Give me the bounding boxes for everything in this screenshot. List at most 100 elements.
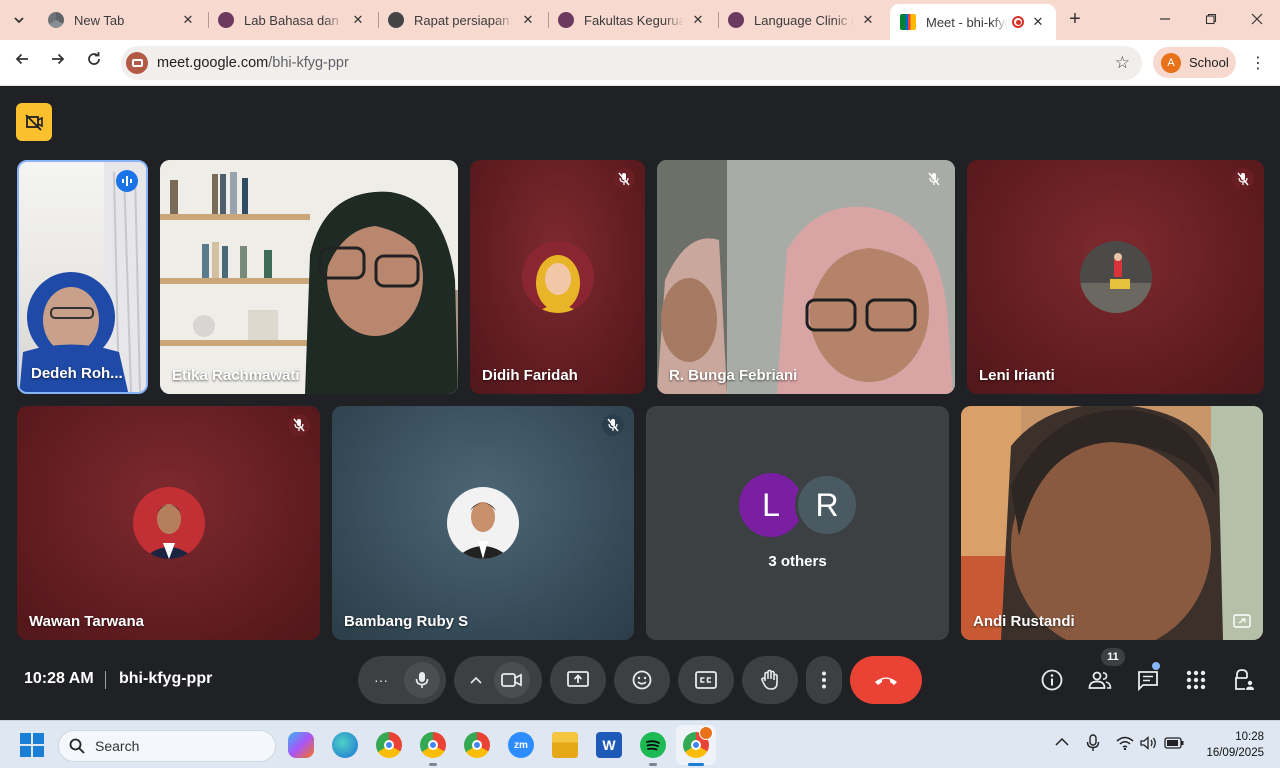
windows-start-icon[interactable] — [20, 733, 44, 757]
copilot-icon[interactable] — [288, 732, 314, 758]
chevron-up-icon[interactable] — [470, 671, 482, 689]
tab-fakultas-keguruan[interactable]: Fakultas Keguruan ✕ — [548, 6, 716, 34]
tab-meet[interactable]: Meet - bhi-kfyg ✕ — [890, 4, 1056, 40]
closed-captions-icon — [695, 671, 717, 689]
close-icon[interactable]: ✕ — [690, 12, 706, 28]
avatar — [133, 487, 205, 559]
show-hidden-icons[interactable] — [1055, 735, 1069, 750]
meeting-details-button[interactable] — [1036, 664, 1068, 696]
more-vert-icon — [822, 671, 826, 689]
close-icon — [1251, 13, 1263, 25]
close-window-button[interactable] — [1243, 8, 1271, 32]
back-button[interactable] — [10, 51, 34, 75]
avatar — [522, 241, 594, 313]
chat-button[interactable] — [1132, 662, 1164, 696]
present-screen-button[interactable] — [550, 656, 606, 704]
chat-icon — [1138, 671, 1158, 691]
participant-tile-dedeh[interactable]: Dedeh Roh... — [17, 160, 148, 394]
close-icon[interactable]: ✕ — [520, 12, 536, 28]
host-controls-button[interactable] — [1228, 664, 1260, 696]
browser-menu-icon[interactable]: ⋮ — [1250, 53, 1266, 73]
windows-taskbar: Search zm W 10:28 16/09/2025 — [0, 720, 1280, 768]
system-clock[interactable]: 10:28 16/09/2025 — [1198, 729, 1264, 761]
clock-date: 16/09/2025 — [1206, 747, 1264, 759]
url-host: meet.google.com — [157, 55, 269, 71]
taskbar-search[interactable]: Search — [58, 730, 276, 762]
minimize-icon — [1160, 18, 1170, 20]
meeting-code: bhi-kfyg-ppr — [119, 670, 213, 687]
microphone-in-use-icon[interactable] — [1086, 734, 1100, 755]
camera-button[interactable] — [494, 662, 530, 698]
close-icon[interactable]: ✕ — [350, 12, 366, 28]
close-icon[interactable]: ✕ — [1030, 14, 1046, 30]
bookmark-star-icon[interactable]: ☆ — [1115, 53, 1130, 73]
reactions-button[interactable] — [614, 656, 670, 704]
captions-button[interactable] — [678, 656, 734, 704]
profile-button[interactable]: A School — [1153, 47, 1236, 78]
reload-button[interactable] — [82, 51, 106, 75]
minimize-button[interactable] — [1151, 8, 1179, 32]
participant-name: Etika Rachmawati — [172, 367, 300, 384]
camera-permission-icon[interactable] — [126, 52, 148, 74]
chrome-school-profile-icon[interactable] — [683, 726, 713, 758]
participant-tile-bambang[interactable]: Bambang Ruby S — [332, 406, 634, 640]
participant-tile-leni[interactable]: Leni Irianti — [967, 160, 1264, 394]
participant-tile-bunga[interactable]: R. Bunga Febriani — [657, 160, 955, 394]
leave-call-button[interactable] — [850, 656, 922, 704]
participant-tile-didih[interactable]: Didih Faridah — [470, 160, 645, 394]
running-indicator — [649, 763, 657, 766]
wifi-icon[interactable] — [1116, 736, 1134, 753]
restore-button[interactable] — [1197, 8, 1225, 32]
notification-dot — [1152, 662, 1160, 670]
participant-tile-andi[interactable]: Andi Rustandi — [961, 406, 1263, 640]
tab-search-button[interactable] — [6, 7, 32, 33]
participant-tile-etika[interactable]: Etika Rachmawati — [160, 160, 458, 394]
participant-video — [961, 406, 1263, 640]
forward-button[interactable] — [46, 51, 70, 75]
participant-tile-others[interactable]: L R 3 others — [646, 406, 949, 640]
mic-control-group: ··· — [358, 656, 446, 704]
tab-lab-bahasa[interactable]: Lab Bahasa dan Sastra ✕ — [208, 6, 376, 34]
tab-title: Meet - bhi-kfyg — [926, 14, 1008, 30]
chrome-profile-icon[interactable] — [464, 732, 490, 758]
mic-button[interactable] — [404, 662, 440, 698]
camera-control-group — [454, 656, 542, 704]
edge-icon[interactable] — [332, 732, 358, 758]
more-audio-options-icon[interactable]: ··· — [372, 672, 390, 688]
tab-rapat-persiapan[interactable]: Rapat persiapan pr ✕ — [378, 6, 546, 34]
battery-icon[interactable] — [1164, 737, 1184, 752]
people-button[interactable] — [1084, 664, 1116, 696]
raise-hand-button[interactable] — [742, 656, 798, 704]
browser-toolbar: meet.google.com/bhi-kfyg-ppr ☆ A School … — [0, 40, 1280, 86]
mic-off-icon — [923, 168, 945, 190]
tab-new-tab[interactable]: New Tab ✕ — [38, 6, 206, 34]
url-path: /bhi-kfyg-ppr — [268, 55, 349, 71]
spotify-icon[interactable] — [640, 732, 666, 758]
address-bar[interactable]: meet.google.com/bhi-kfyg-ppr ☆ — [121, 46, 1142, 80]
file-explorer-icon[interactable] — [552, 732, 578, 758]
restore-icon — [1205, 13, 1217, 25]
zoom-icon[interactable]: zm — [508, 732, 534, 758]
search-icon — [69, 738, 85, 754]
chrome-profile-icon[interactable] — [420, 732, 446, 758]
new-tab-button[interactable]: + — [1064, 8, 1086, 32]
openai-icon — [388, 12, 404, 28]
url-text: meet.google.com/bhi-kfyg-ppr — [157, 55, 349, 71]
activities-button[interactable] — [1180, 664, 1212, 696]
participant-tile-wawan[interactable]: Wawan Tarwana — [17, 406, 320, 640]
close-icon[interactable]: ✕ — [180, 12, 196, 28]
avatar — [1080, 241, 1152, 313]
chrome-icon[interactable] — [376, 732, 402, 758]
more-options-button[interactable] — [806, 656, 842, 704]
apps-grid-icon — [1186, 670, 1206, 690]
avatar-r: R — [795, 473, 859, 537]
pin-tile-icon[interactable] — [1231, 612, 1253, 630]
university-logo-icon — [218, 12, 234, 28]
word-icon[interactable]: W — [596, 732, 622, 758]
close-icon[interactable]: ✕ — [860, 12, 876, 28]
speaking-indicator-icon — [116, 170, 138, 192]
university-logo-icon — [558, 12, 574, 28]
tab-language-clinic[interactable]: Language Clinic (K ✕ — [718, 6, 886, 34]
volume-icon[interactable] — [1140, 736, 1158, 753]
host-controls-icon[interactable] — [16, 103, 52, 141]
